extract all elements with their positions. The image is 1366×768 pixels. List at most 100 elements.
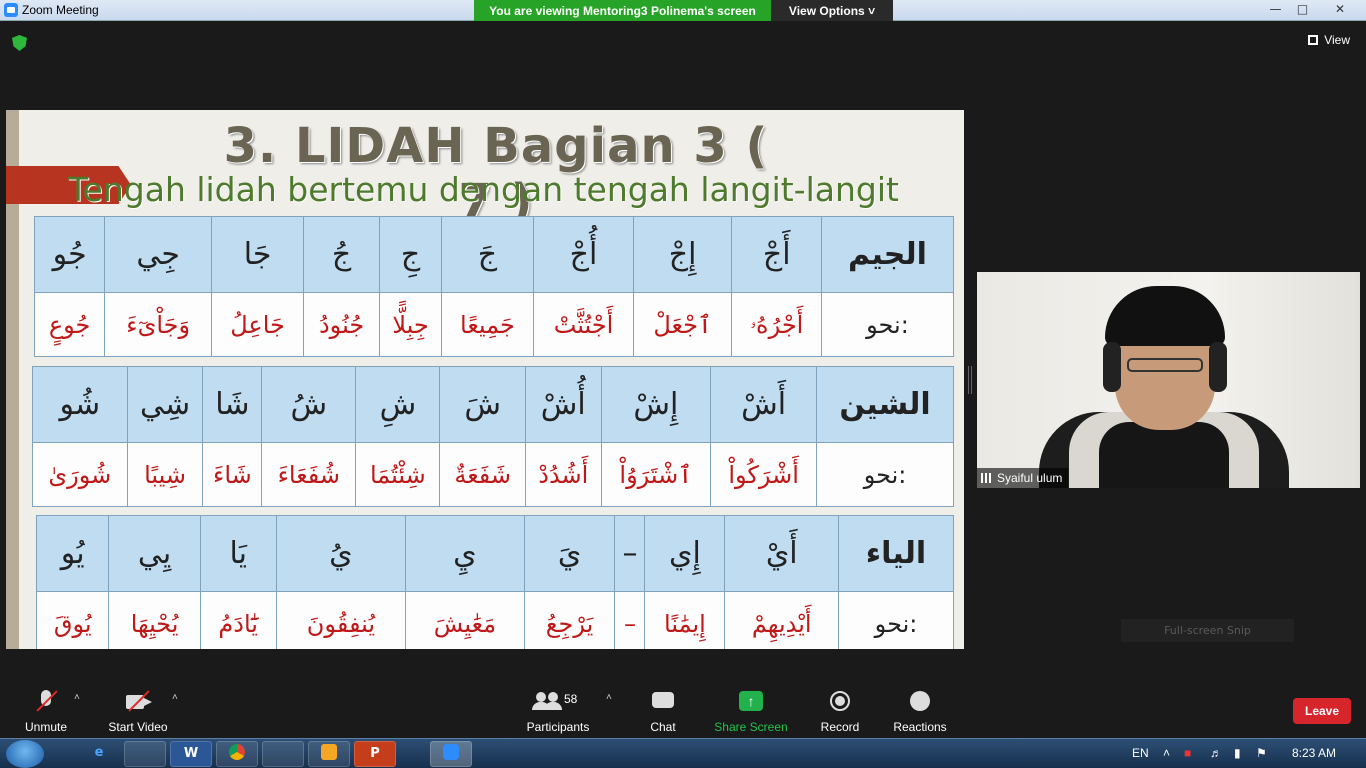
letter-cell: إِي (644, 515, 726, 592)
maximize-button[interactable]: □ (1289, 0, 1316, 19)
row-label: الشين (816, 366, 954, 443)
example-cell: يُحْيِهَا (108, 591, 201, 649)
participants-icon: 58 (528, 688, 588, 716)
internet-explorer-icon[interactable]: e (78, 741, 120, 767)
letter-cell: جَا (211, 216, 304, 293)
participants-count: 58 (564, 692, 578, 706)
headset-left (1103, 342, 1121, 392)
clock[interactable]: 8:23 AM (1292, 746, 1336, 760)
volume-icon[interactable]: ♬ (1210, 746, 1222, 760)
video-options-caret[interactable]: ˄ (172, 692, 178, 703)
examples-label: نحو: (816, 442, 954, 507)
microphone-muted-icon (31, 688, 61, 716)
share-screen-button[interactable]: ↑ Share Screen (714, 682, 788, 734)
example-cell: مَعَٰيِشَ (405, 591, 525, 649)
chrome-icon[interactable] (216, 741, 258, 767)
letter-cell: جِ (379, 216, 442, 293)
examples-row: يُوقَ يُحْيِهَا يَٰٓادَمُ يُنفِقُونَ مَع… (35, 591, 954, 649)
action-center-flag-icon[interactable]: ⚑ (1256, 746, 1267, 760)
audio-options-caret[interactable]: ˄ (74, 692, 80, 703)
start-video-button[interactable]: Start Video (106, 682, 170, 734)
letter-cell: – (614, 515, 646, 592)
meeting-toolbar: Unmute ˄ Start Video ˄ 58 Participants ˄… (0, 682, 1366, 738)
participants-label: Participants (526, 720, 590, 734)
example-cell: يُوقَ (35, 591, 110, 649)
reactions-button[interactable]: Reactions (892, 682, 948, 734)
files-icon[interactable] (262, 741, 304, 767)
word-icon[interactable]: W (170, 741, 212, 767)
zoom-taskbar-icon[interactable] (430, 741, 472, 767)
file-explorer-icon[interactable] (124, 741, 166, 767)
letter-cell: جَ (440, 216, 535, 293)
example-cell: أَجْتُثَّتْ (533, 292, 634, 357)
reactions-label: Reactions (893, 720, 947, 734)
network-icon[interactable]: ▮ (1234, 746, 1241, 760)
letter-cell: شِي (126, 366, 204, 443)
share-screen-icon: ↑ (736, 688, 766, 716)
row-label: الجيم (821, 216, 954, 293)
record-label: Record (820, 720, 860, 734)
letter-cell: أُشْ (524, 366, 602, 443)
letter-cell: يِي (108, 515, 201, 592)
panel-resize-handle[interactable] (968, 366, 972, 394)
letter-cell: شُو (32, 366, 128, 443)
view-options-label: View Options (788, 4, 865, 18)
examples-label: نحو: (838, 591, 954, 649)
camera-off-icon (123, 688, 153, 716)
letter-cell: جُو (33, 216, 106, 293)
example-cell: ٱجْعَلْ (632, 292, 733, 357)
start-button[interactable] (6, 740, 44, 768)
window-title: Zoom Meeting (22, 3, 99, 17)
grid-icon (1308, 35, 1319, 45)
participants-caret[interactable]: ˄ (606, 692, 612, 703)
letter-cell: شَ (439, 366, 526, 443)
record-icon (825, 688, 855, 716)
row-label: الياء (838, 515, 954, 592)
windows-taskbar: e W P EN ˄ ■ ♬ ▮ ⚑ 8:23 AM (0, 738, 1366, 768)
letter-cell: شَا (202, 366, 263, 443)
zoom-app-icon (4, 3, 18, 17)
example-cell: – (614, 591, 646, 649)
leave-button[interactable]: Leave (1293, 698, 1351, 724)
letter-cell: شُ (261, 366, 357, 443)
letter-cell: جِي (104, 216, 213, 293)
participant-video[interactable]: Syaiful ulum (977, 272, 1360, 488)
view-button[interactable]: View (1308, 33, 1350, 47)
example-cell: شِئْتُمَا (355, 442, 441, 507)
headset-right (1209, 342, 1227, 392)
letters-row: جُو جِي جَا جُ جِ جَ أُجْ إِجْ أَجْ الجي… (33, 216, 954, 293)
letter-cell: شِ (355, 366, 441, 443)
security-icon[interactable]: ■ (1184, 746, 1191, 760)
example-cell: يَرْجِعُ (523, 591, 616, 649)
record-button[interactable]: Record (818, 682, 862, 734)
chat-button[interactable]: Chat (644, 682, 682, 734)
unmute-button[interactable]: Unmute (20, 682, 72, 734)
example-cell: أَيْدِيهِمْ (724, 591, 840, 649)
reactions-icon (905, 688, 935, 716)
example-cell: يَٰٓادَمُ (199, 591, 277, 649)
unmute-label: Unmute (24, 720, 68, 734)
close-button[interactable]: ✕ (1322, 0, 1358, 19)
meeting-area: View 3. LIDAH Bagian 3 ( 7 ) Tengah lida… (0, 21, 1366, 682)
example-cell: جِبِلًّا (379, 292, 442, 357)
minimize-button[interactable]: — (1262, 0, 1289, 19)
participant-name: Syaiful ulum (997, 471, 1063, 485)
slide-subtitle: Tengah lidah bertemu dengan tengah langi… (68, 170, 899, 209)
chat-icon (648, 688, 678, 716)
example-cell: جُوعٍ (33, 292, 106, 357)
powerpoint-icon[interactable]: P (354, 741, 396, 767)
example-cell: شِيبًا (126, 442, 204, 507)
example-cell: أَشُدُدْ (524, 442, 602, 507)
letter-cell: يَا (199, 515, 277, 592)
view-options-button[interactable]: View Options ˅ (771, 0, 893, 22)
letter-cell: إِجْ (632, 216, 733, 293)
show-hidden-icons[interactable]: ˄ (1163, 746, 1170, 760)
app-icon[interactable] (308, 741, 350, 767)
language-indicator[interactable]: EN (1132, 746, 1149, 760)
participants-button[interactable]: 58 Participants (524, 682, 592, 734)
example-cell: أَشْرَكُواْ (710, 442, 818, 507)
person-vest (1099, 422, 1229, 488)
example-cell: جَمِيعًا (440, 292, 535, 357)
shield-icon[interactable] (12, 35, 27, 51)
snip-tooltip: Full-screen Snip (1121, 619, 1294, 642)
